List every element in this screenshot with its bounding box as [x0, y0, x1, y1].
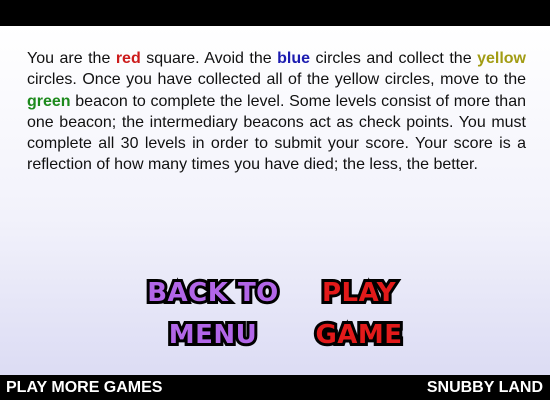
- instructions-part-2: square. Avoid the: [140, 50, 278, 67]
- play-game-line-1: PLAY: [319, 275, 399, 311]
- top-bar: [0, 0, 550, 26]
- play-game-button[interactable]: PLAY GAME: [300, 272, 418, 356]
- back-to-menu-button[interactable]: BACK TO MENU: [128, 272, 298, 356]
- keyword-green: green: [27, 92, 71, 110]
- snubby-land-link[interactable]: SNUBBY LAND: [427, 378, 543, 398]
- footer-bar: PLAY MORE GAMES SNUBBY LAND: [0, 375, 550, 400]
- instructions-text: You are the red square. Avoid the blue c…: [27, 48, 526, 176]
- keyword-yellow: yellow: [477, 50, 526, 67]
- instructions-part-5: beacon to complete the level. Some level…: [27, 92, 526, 174]
- keyword-blue: blue: [277, 50, 311, 67]
- back-to-menu-line-1: BACK TO: [144, 275, 281, 311]
- instructions-part-1: You are the: [27, 50, 116, 67]
- play-game-line-2: GAME: [312, 317, 405, 353]
- instructions-part-4: circles. Once you have collected all of …: [27, 71, 526, 89]
- play-more-games-link[interactable]: PLAY MORE GAMES: [6, 378, 162, 398]
- back-to-menu-line-2: MENU: [166, 317, 260, 353]
- instructions-part-3: circles and collect the: [310, 50, 478, 67]
- keyword-red: red: [115, 50, 141, 67]
